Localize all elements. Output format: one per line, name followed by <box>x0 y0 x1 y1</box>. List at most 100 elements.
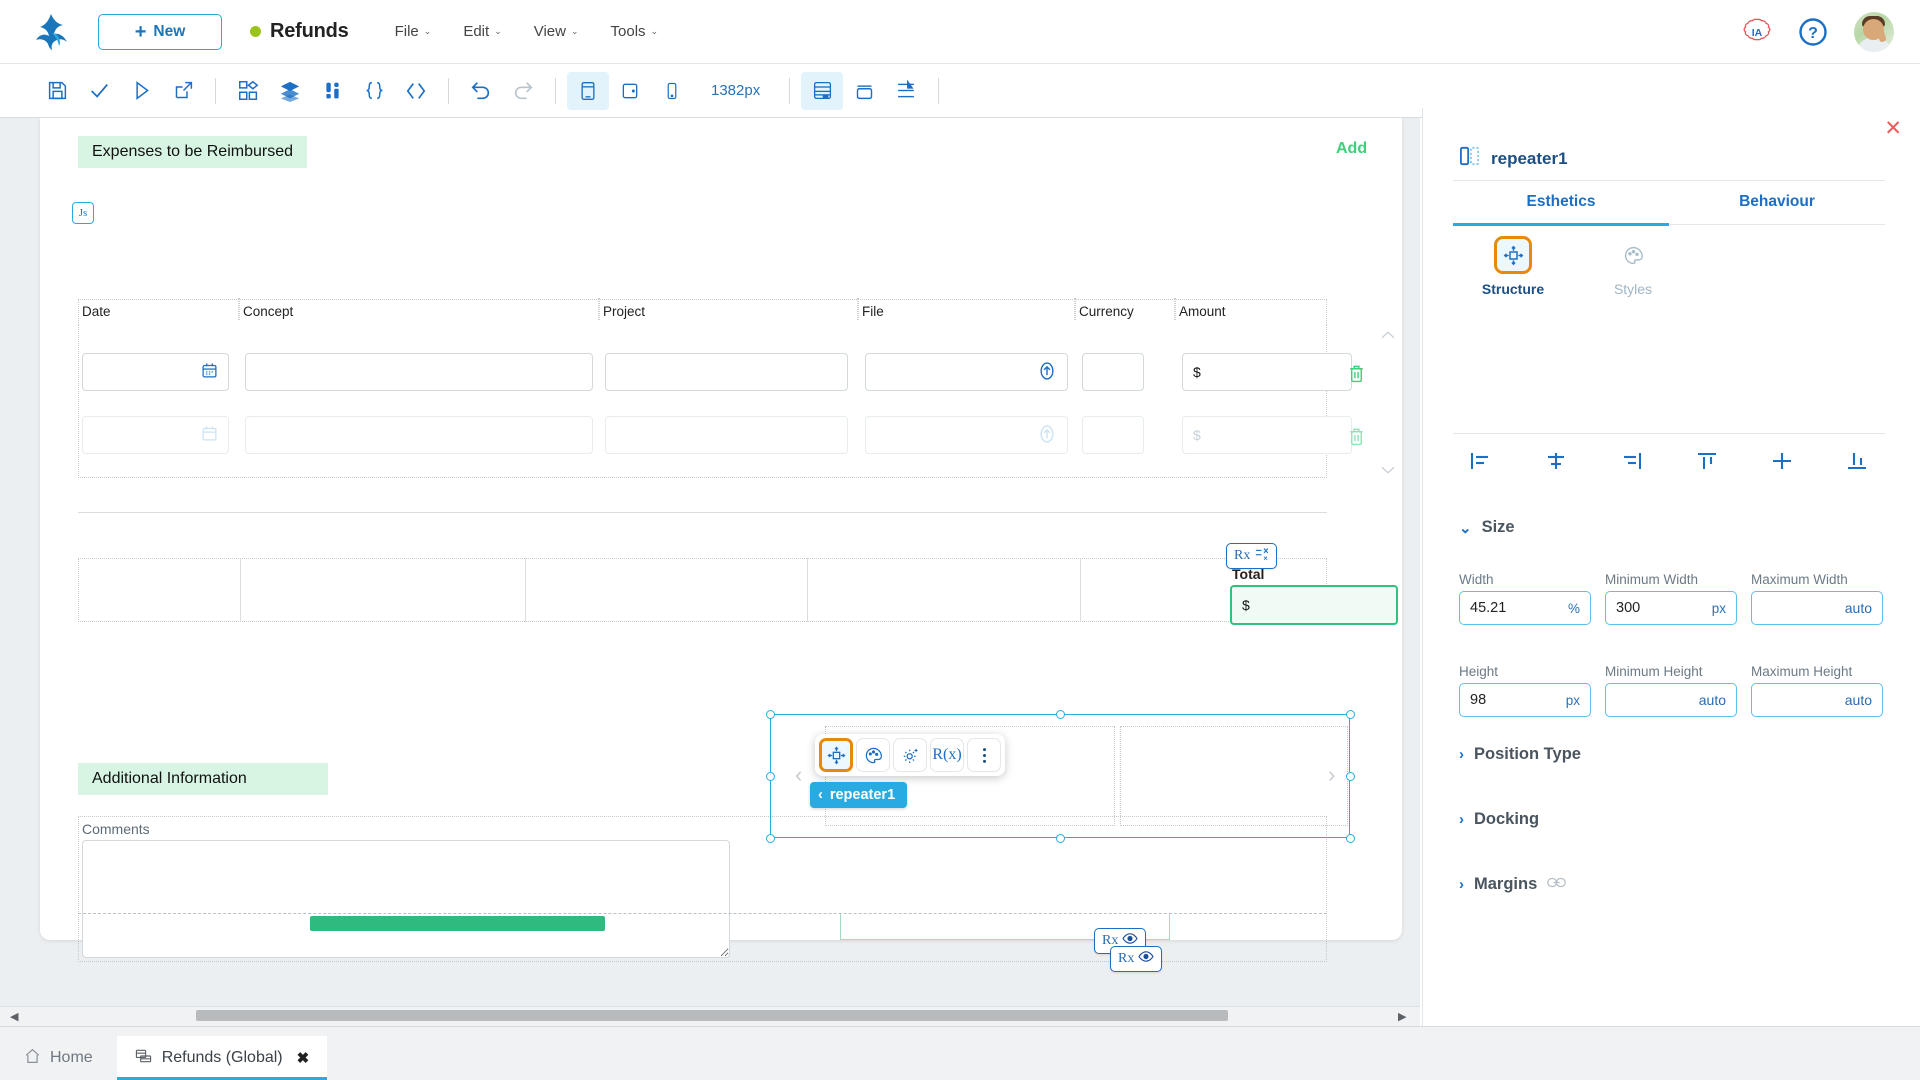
resize-handle-bl[interactable] <box>766 834 775 843</box>
repeater-next-arrow[interactable]: › <box>1328 762 1335 788</box>
expense-amount-input-1[interactable]: $ <box>1182 353 1352 391</box>
max-height-input[interactable]: auto <box>1751 683 1883 717</box>
repeater-tag-chip[interactable]: ‹ repeater1 <box>810 782 908 808</box>
align-center-vertical-icon[interactable] <box>1760 446 1804 476</box>
rx-badge-total[interactable]: Rx <box>1226 543 1278 569</box>
margins-section-header[interactable]: › Margins <box>1459 875 1567 894</box>
align-center-horizontal-icon[interactable] <box>1534 446 1578 476</box>
mobile-view-icon[interactable] <box>651 72 693 110</box>
comments-textarea[interactable] <box>82 840 730 958</box>
resize-handle-tl[interactable] <box>766 710 775 719</box>
layers-stack-icon[interactable] <box>269 72 311 110</box>
chevron-left-icon[interactable]: ‹ <box>818 787 823 803</box>
redo-icon[interactable] <box>502 72 544 110</box>
scroll-right-arrow[interactable]: ▶ <box>1398 1010 1406 1023</box>
width-input[interactable]: 45.21 % <box>1459 591 1591 625</box>
add-expense-link[interactable]: Add <box>1336 140 1367 158</box>
delete-row-button-1[interactable] <box>1347 363 1366 384</box>
scroll-left-arrow[interactable]: ◀ <box>10 1010 18 1023</box>
align-left-icon[interactable] <box>1459 446 1503 476</box>
validate-check-icon[interactable] <box>78 72 120 110</box>
design-canvas[interactable]: Expenses to be Reimbursed Add Date Conce… <box>0 118 1420 1026</box>
column-header-file: File <box>862 304 884 319</box>
close-icon[interactable]: ✕ <box>1884 118 1902 139</box>
align-bottom-icon[interactable] <box>1835 446 1879 476</box>
subtab-styles[interactable]: Styles <box>1573 236 1693 297</box>
min-width-input[interactable]: 300 px <box>1605 591 1737 625</box>
undo-icon[interactable] <box>460 72 502 110</box>
expense-project-input-1[interactable] <box>605 353 848 391</box>
close-icon[interactable]: ✖ <box>297 1049 310 1067</box>
expense-amount-input-2[interactable]: $ <box>1182 416 1352 454</box>
structure-icon[interactable] <box>819 738 853 772</box>
palette-styles-icon[interactable] <box>856 738 890 772</box>
more-vertical-icon[interactable] <box>967 738 1001 772</box>
menu-view[interactable]: View ⌄ <box>534 23 579 40</box>
new-button[interactable]: + New <box>98 13 222 50</box>
link-icon[interactable] <box>1547 876 1567 894</box>
delete-row-button-2[interactable] <box>1347 426 1366 447</box>
user-avatar[interactable] <box>1854 11 1894 52</box>
resize-handle-mr[interactable] <box>1346 772 1355 781</box>
desktop-view-icon[interactable] <box>567 71 609 110</box>
expense-date-input-2[interactable] <box>82 416 229 454</box>
total-amount-input[interactable]: $ <box>1230 585 1398 625</box>
taskbar-home[interactable]: Home <box>0 1036 117 1080</box>
help-icon[interactable]: ? <box>1798 17 1828 47</box>
resize-handle-br[interactable] <box>1346 834 1355 843</box>
repeater-selection-box[interactable] <box>770 714 1350 838</box>
zoom-level[interactable]: 1382px <box>693 82 778 99</box>
ia-assistant-icon[interactable]: IA <box>1742 17 1772 47</box>
resize-handle-tr[interactable] <box>1346 710 1355 719</box>
expense-file-input-2[interactable] <box>865 416 1068 454</box>
flow-align-icon[interactable] <box>885 72 927 110</box>
layout-rows-icon[interactable] <box>801 71 844 110</box>
menu-file[interactable]: File ⌄ <box>395 23 432 40</box>
run-play-icon[interactable] <box>120 72 162 110</box>
app-logo-icon[interactable] <box>34 13 68 51</box>
tab-behaviour[interactable]: Behaviour <box>1669 193 1885 223</box>
components-grid-icon[interactable] <box>227 72 269 110</box>
align-right-icon[interactable] <box>1609 446 1653 476</box>
expense-currency-input-1[interactable] <box>1082 353 1144 391</box>
menu-tools[interactable]: Tools ⌄ <box>611 23 659 40</box>
max-height-label: Maximum Height <box>1751 664 1853 679</box>
container-icon[interactable] <box>843 72 885 110</box>
resize-handle-ml[interactable] <box>766 772 775 781</box>
calendar-icon[interactable] <box>201 362 218 382</box>
tablet-view-icon[interactable] <box>609 72 651 110</box>
expense-date-input-1[interactable] <box>82 353 229 391</box>
position-type-section-header[interactable]: › Position Type <box>1459 745 1581 764</box>
size-section-header[interactable]: ⌄ Size <box>1459 518 1515 537</box>
max-width-input[interactable]: auto <box>1751 591 1883 625</box>
rx-formula-icon[interactable]: R(x) <box>930 738 964 772</box>
settings-gear-icon[interactable] <box>893 738 927 772</box>
docking-section-header[interactable]: › Docking <box>1459 810 1539 829</box>
expense-concept-input-1[interactable] <box>245 353 593 391</box>
upload-circle-icon[interactable] <box>1037 361 1057 384</box>
expense-file-input-1[interactable] <box>865 353 1068 391</box>
expense-project-input-2[interactable] <box>605 416 848 454</box>
expense-concept-input-2[interactable] <box>245 416 593 454</box>
save-icon[interactable] <box>36 72 78 110</box>
deploy-share-icon[interactable] <box>162 72 204 110</box>
variables-icon[interactable] <box>311 72 353 110</box>
chevron-up-icon[interactable] <box>1380 328 1396 346</box>
repeater-prev-arrow[interactable]: ‹ <box>795 762 802 788</box>
taskbar-tab-refunds[interactable]: Refunds (Global) ✖ <box>116 1036 328 1080</box>
braces-icon[interactable] <box>353 72 395 110</box>
subtab-structure[interactable]: Structure <box>1453 236 1573 297</box>
code-icon[interactable] <box>395 72 437 110</box>
resize-handle-tc[interactable] <box>1056 710 1065 719</box>
js-badge[interactable]: Js <box>72 202 94 224</box>
height-input[interactable]: 98 px <box>1459 683 1591 717</box>
rx-badge-2[interactable]: Rx <box>1110 946 1163 972</box>
tab-esthetics[interactable]: Esthetics <box>1453 193 1669 223</box>
min-height-input[interactable]: auto <box>1605 683 1737 717</box>
expense-currency-input-2[interactable] <box>1082 416 1144 454</box>
chevron-down-icon[interactable] <box>1380 463 1396 481</box>
resize-handle-bc[interactable] <box>1056 834 1065 843</box>
align-top-icon[interactable] <box>1685 446 1729 476</box>
scrollbar-thumb[interactable] <box>196 1010 1228 1021</box>
menu-edit[interactable]: Edit ⌄ <box>463 23 501 40</box>
